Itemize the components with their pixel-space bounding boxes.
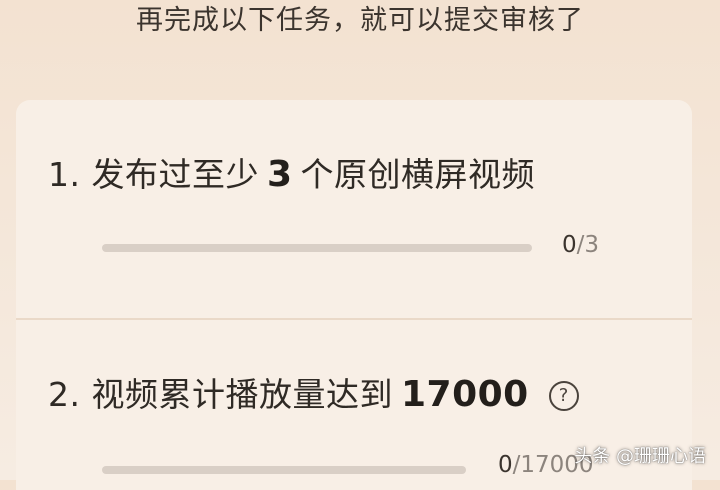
task-1-progress-bar: [102, 244, 532, 252]
page-header-text: 再完成以下任务，就可以提交审核了: [136, 5, 584, 36]
task-2-title: 2. 视频累计播放量达到 17000?: [48, 368, 579, 416]
task-2-number: 17000: [400, 374, 529, 415]
watermark-text: 头条 @珊珊心语: [574, 446, 706, 467]
question-mark-icon[interactable]: ?: [548, 381, 579, 411]
task-1-suffix: 个原创横屏视频: [300, 155, 536, 194]
task-1-number: 3: [266, 154, 293, 195]
task-2-progress-bar: [102, 466, 466, 474]
task-1-title: 1. 发布过至少 3 个原创横屏视频: [48, 148, 535, 196]
task-1-progress-total: /3: [576, 232, 600, 258]
task-1-prefix: 1. 发布过至少: [48, 155, 259, 194]
task-2-prefix: 2. 视频累计播放量达到: [48, 375, 393, 414]
task-2-progress-current: 0: [498, 452, 513, 478]
task-1-progress-current: 0: [562, 232, 577, 258]
task-card-1: 1. 发布过至少 3 个原创横屏视频 0/3: [16, 100, 692, 318]
task-1-progress-text: 0/3: [562, 232, 599, 258]
